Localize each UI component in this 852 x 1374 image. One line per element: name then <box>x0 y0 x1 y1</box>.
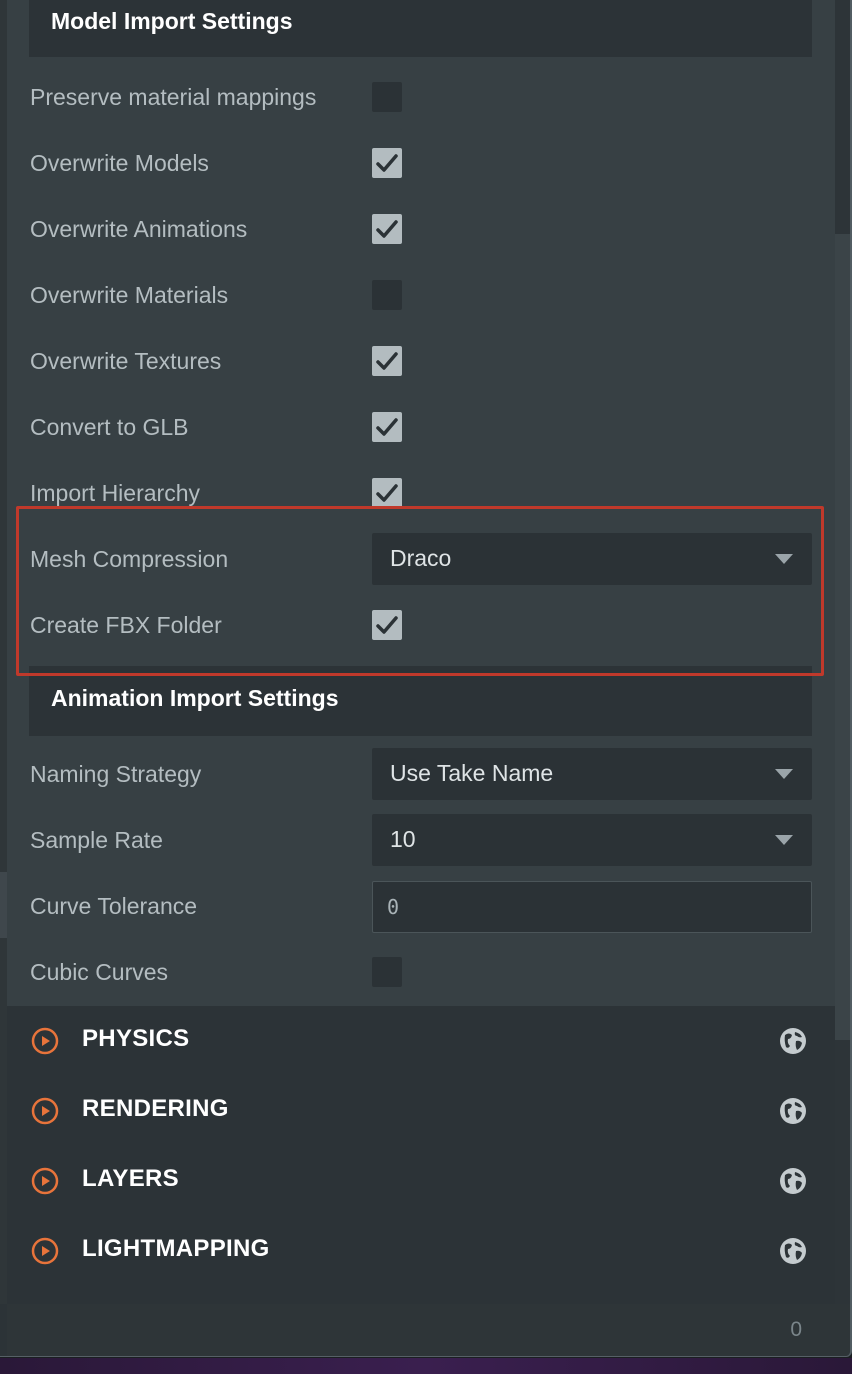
mesh-compression-value: Draco <box>390 545 452 571</box>
naming-strategy-value: Use Take Name <box>390 760 554 786</box>
section-layers[interactable]: LAYERS <box>7 1146 835 1216</box>
status-footer: 0 <box>7 1304 850 1356</box>
overwrite-animations-checkbox[interactable] <box>372 214 402 244</box>
naming-strategy-select[interactable]: Use Take Name <box>372 748 812 800</box>
section-layers-title: LAYERS <box>82 1165 179 1192</box>
footer-count: 0 <box>790 1318 802 1341</box>
globe-icon[interactable] <box>779 1237 807 1265</box>
edge-notch <box>0 872 7 938</box>
cubic-curves-checkbox[interactable] <box>372 957 402 987</box>
section-lightmapping[interactable]: LIGHTMAPPING <box>7 1216 835 1286</box>
curve-tolerance-input[interactable]: 0 <box>372 881 812 933</box>
animation-import-title: Animation Import Settings <box>51 685 339 711</box>
play-circle-icon <box>31 1167 59 1195</box>
import-hierarchy-label: Import Hierarchy <box>30 480 200 506</box>
checkmark-icon <box>376 352 398 370</box>
checkmark-icon <box>376 484 398 502</box>
desktop-background <box>0 1358 852 1374</box>
overwrite-models-checkbox[interactable] <box>372 148 402 178</box>
mesh-compression-select[interactable]: Draco <box>372 533 812 585</box>
section-physics[interactable]: PHYSICS <box>7 1006 835 1076</box>
convert-to-glb-checkbox[interactable] <box>372 412 402 442</box>
checkmark-icon <box>376 616 398 634</box>
model-import-title: Model Import Settings <box>51 8 293 34</box>
animation-import-header: Animation Import Settings <box>29 666 812 736</box>
overwrite-textures-label: Overwrite Textures <box>30 348 222 374</box>
curve-tolerance-label: Curve Tolerance <box>30 893 198 919</box>
sample-rate-label: Sample Rate <box>30 827 163 853</box>
globe-icon[interactable] <box>779 1167 807 1195</box>
overwrite-textures-checkbox[interactable] <box>372 346 402 376</box>
section-rendering[interactable]: RENDERING <box>7 1076 835 1146</box>
play-circle-icon <box>31 1027 59 1055</box>
sample-rate-value: 10 <box>390 826 416 852</box>
create-fbx-folder-checkbox[interactable] <box>372 610 402 640</box>
overwrite-animations-label: Overwrite Animations <box>30 216 248 242</box>
globe-icon[interactable] <box>779 1097 807 1125</box>
chevron-down-icon <box>775 769 793 779</box>
settings-window: Model Import Settings Preserve material … <box>0 0 852 1357</box>
import-hierarchy-checkbox[interactable] <box>372 478 402 508</box>
section-lightmapping-title: LIGHTMAPPING <box>82 1235 270 1262</box>
checkmark-icon <box>376 220 398 238</box>
checkmark-icon <box>376 154 398 172</box>
overwrite-models-label: Overwrite Models <box>30 150 209 176</box>
overwrite-materials-checkbox[interactable] <box>372 280 402 310</box>
curve-tolerance-value: 0 <box>387 895 400 919</box>
convert-to-glb-label: Convert to GLB <box>30 414 189 440</box>
mesh-compression-label: Mesh Compression <box>30 546 229 572</box>
model-import-header: Model Import Settings <box>29 0 812 57</box>
play-circle-icon <box>31 1237 59 1265</box>
scrollbar-thumb[interactable] <box>835 234 850 1040</box>
checkmark-icon <box>376 418 398 436</box>
sample-rate-select[interactable]: 10 <box>372 814 812 866</box>
cubic-curves-label: Cubic Curves <box>30 959 169 985</box>
preserve-material-mappings-label: Preserve material mappings <box>30 84 317 110</box>
section-physics-title: PHYSICS <box>82 1025 190 1052</box>
chevron-down-icon <box>775 554 793 564</box>
section-rendering-title: RENDERING <box>82 1095 229 1122</box>
preserve-material-mappings-checkbox[interactable] <box>372 82 402 112</box>
globe-icon[interactable] <box>779 1027 807 1055</box>
create-fbx-folder-label: Create FBX Folder <box>30 612 222 638</box>
overwrite-materials-label: Overwrite Materials <box>30 282 229 308</box>
window-left-edge <box>0 0 7 1304</box>
naming-strategy-label: Naming Strategy <box>30 761 202 787</box>
chevron-down-icon <box>775 835 793 845</box>
play-circle-icon <box>31 1097 59 1125</box>
